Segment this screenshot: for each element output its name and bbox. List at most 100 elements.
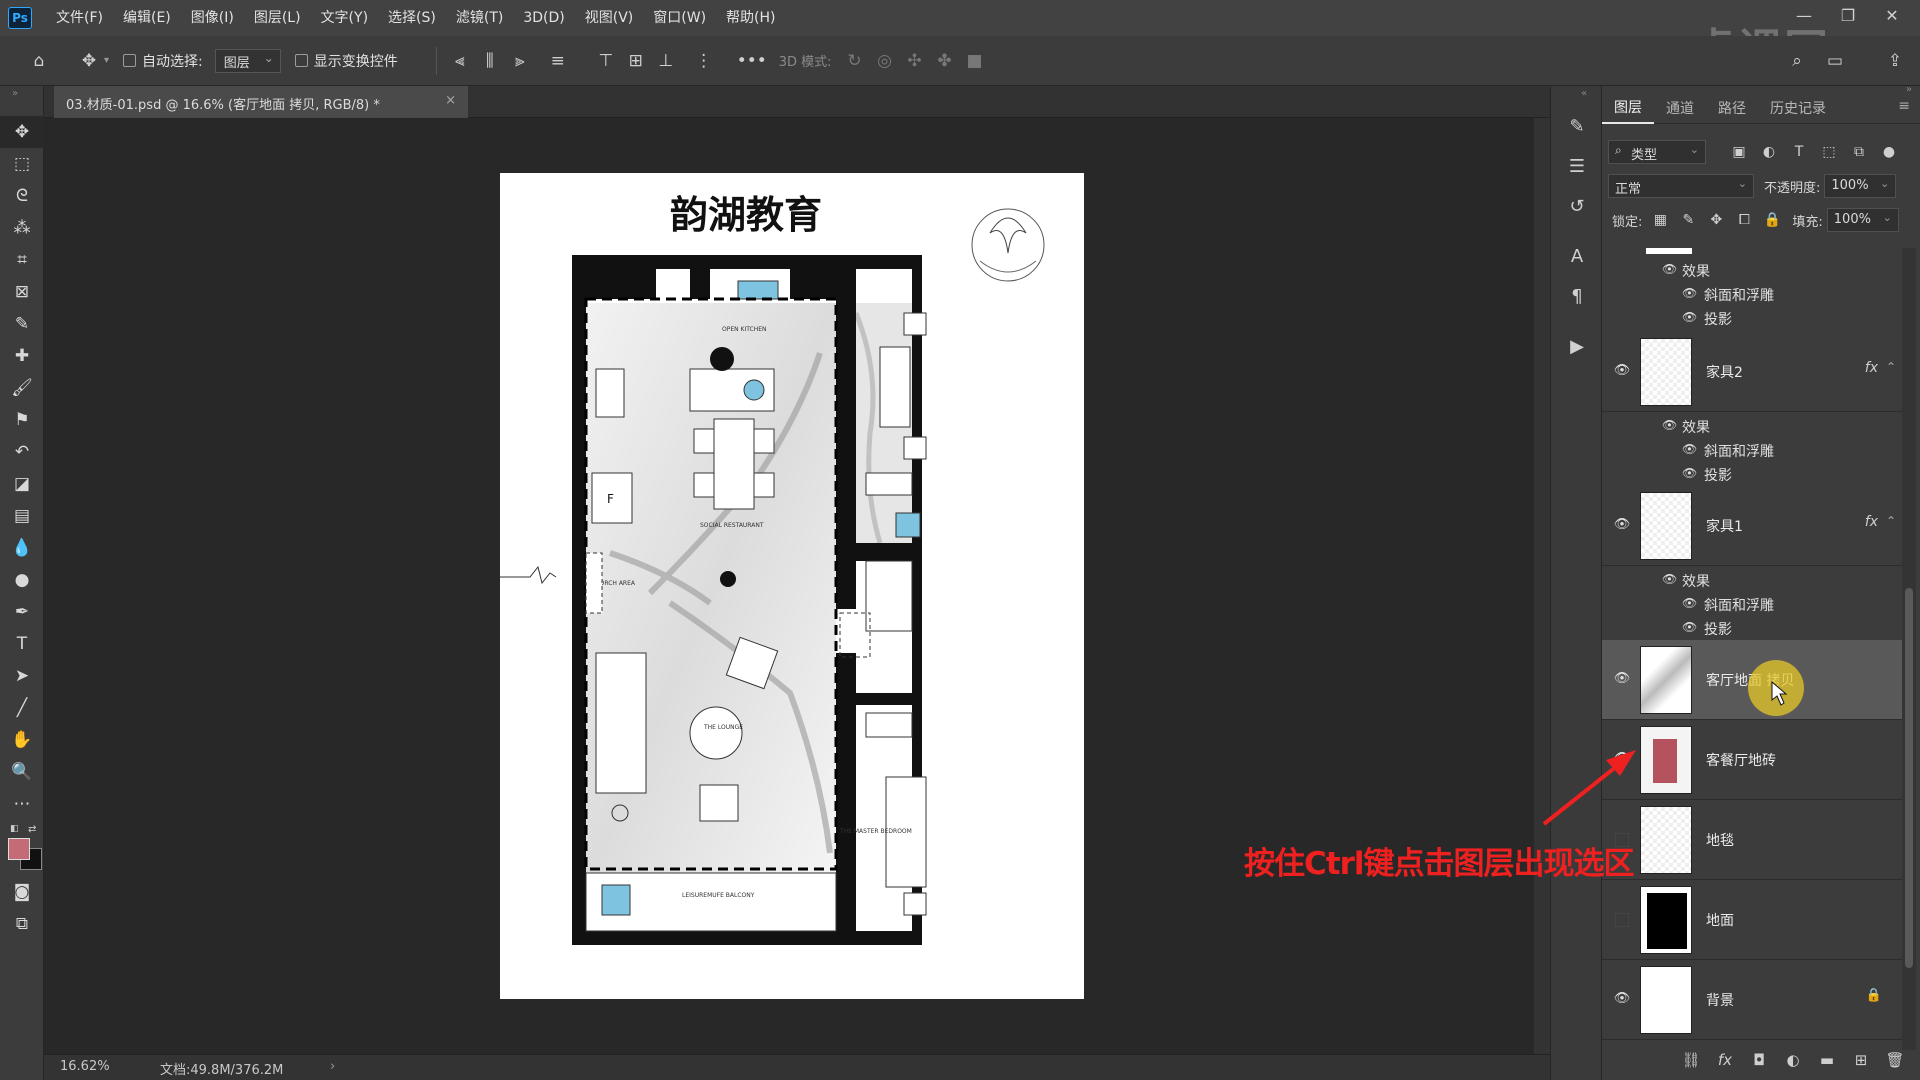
line-tool-icon[interactable]: ╱ — [0, 692, 44, 724]
lock-transparent-icon[interactable]: ▦ — [1646, 208, 1674, 232]
fx-icon[interactable]: fx — [1708, 1045, 1742, 1075]
lock-artboard-icon[interactable]: ⧠ — [1730, 208, 1758, 232]
effect-bevel-row[interactable]: 👁 斜面和浮雕 — [1602, 592, 1902, 616]
paragraph-icon[interactable]: ¶ — [1551, 276, 1603, 316]
align-middle-v-icon[interactable]: ⊞ — [621, 46, 651, 76]
canvas-scrollbar[interactable] — [1534, 118, 1550, 1054]
fx-icon[interactable]: fx — [1865, 514, 1878, 530]
zoom-level[interactable]: 16.62% — [60, 1059, 110, 1074]
adjustment-layer-icon[interactable]: ◐ — [1776, 1045, 1810, 1075]
menu-window[interactable]: 窗口(W) — [643, 0, 716, 36]
collapse-panels-icon[interactable]: « — [1551, 86, 1601, 106]
eye-icon[interactable]: 👁 — [1612, 514, 1632, 534]
history-brush-icon[interactable]: ↶ — [0, 436, 44, 468]
auto-select-checkbox[interactable] — [123, 54, 137, 67]
menu-type[interactable]: 文字(Y) — [311, 0, 378, 36]
layer-name[interactable]: 客餐厅地砖 — [1706, 750, 1776, 770]
align-bottom-icon[interactable]: ⊥ — [651, 46, 681, 76]
opacity-input[interactable]: 100% — [1824, 174, 1897, 198]
chevron-up-icon[interactable]: ⌃ — [1886, 360, 1896, 374]
menu-file[interactable]: 文件(F) — [46, 0, 113, 36]
link-icon[interactable]: ⛓ — [1674, 1045, 1708, 1075]
foreground-color-swatch[interactable] — [8, 838, 30, 860]
lock-pixels-icon[interactable]: ✎ — [1674, 208, 1702, 232]
marquee-tool-icon[interactable]: ⬚ — [0, 148, 44, 180]
swap-colors-icon[interactable]: ⇄ — [28, 824, 36, 835]
zoom-tool-icon[interactable]: 🔍 — [0, 756, 44, 788]
fx-icon[interactable]: fx — [1865, 360, 1878, 376]
close-tab-icon[interactable]: × — [445, 93, 456, 108]
filter-type-dropdown[interactable]: ⌕ 类型 — [1608, 140, 1706, 164]
layer-row[interactable]: 👁 家具2 fx ⌃ — [1602, 332, 1902, 412]
dodge-tool-icon[interactable]: ● — [0, 564, 44, 596]
move-tool-icon[interactable]: ✥ — [0, 116, 44, 148]
filter-smart-icon[interactable]: ⧉ — [1844, 140, 1874, 164]
new-group-icon[interactable]: ▬ — [1810, 1045, 1844, 1075]
effect-shadow-row[interactable]: 👁 投影 — [1602, 462, 1902, 486]
document-canvas[interactable]: 韵湖教育 OPEN KITCHEN SOCIAL RESTAURANT PORC… — [500, 173, 1084, 999]
screen-mode-icon[interactable]: ⧉ — [0, 908, 44, 940]
brush-tool-icon[interactable]: 🖌 — [0, 372, 44, 404]
chevron-down-icon[interactable]: ▾ — [104, 55, 109, 66]
filter-type-icon[interactable]: T — [1784, 140, 1814, 164]
gradient-tool-icon[interactable]: ▤ — [0, 500, 44, 532]
pen-tool-icon[interactable]: ✒ — [0, 596, 44, 628]
default-colors-icon[interactable]: ◧ — [10, 824, 19, 834]
actions-play-icon[interactable]: ▶ — [1551, 326, 1603, 366]
trash-icon[interactable]: 🗑 — [1878, 1045, 1912, 1075]
layers-scrollbar[interactable] — [1902, 248, 1916, 1050]
distribute-v-icon[interactable]: ⋮ — [689, 46, 719, 76]
eye-icon[interactable]: 👁 — [1682, 442, 1697, 456]
3d-slide-icon[interactable]: ✤ — [930, 46, 960, 76]
magic-wand-icon[interactable]: ⁂ — [0, 212, 44, 244]
maximize-icon[interactable]: ❐ — [1826, 0, 1870, 30]
align-left-icon[interactable]: ⫷ — [445, 46, 475, 76]
eye-icon[interactable]: 👁 — [1612, 748, 1632, 768]
adjustments-icon[interactable]: ☰ — [1551, 146, 1603, 186]
collapse-icon[interactable]: » — [0, 86, 43, 116]
brush-settings-icon[interactable]: ✎ — [1551, 106, 1603, 146]
effect-bevel-row[interactable]: 👁 斜面和浮雕 — [1602, 438, 1902, 462]
hand-tool-icon[interactable]: ✋ — [0, 724, 44, 756]
path-select-icon[interactable]: ➤ — [0, 660, 44, 692]
document-tab[interactable]: 03.材质-01.psd @ 16.6% (客厅地面 拷贝, RGB/8) * … — [54, 86, 468, 118]
effects-row[interactable]: 👁 效果 — [1602, 414, 1902, 438]
move-tool-icon[interactable]: ✥ — [74, 46, 104, 76]
lasso-tool-icon[interactable]: ᘓ — [0, 180, 44, 212]
quick-mask-icon[interactable]: ◙ — [0, 876, 44, 908]
tab-channels[interactable]: 通道 — [1654, 95, 1706, 123]
effects-row[interactable]: 👁 效果 — [1602, 568, 1902, 592]
layer-row[interactable]: 👁 家具1 fx ⌃ — [1602, 486, 1902, 566]
3d-camera-icon[interactable]: ■ — [960, 46, 990, 76]
eyedropper-icon[interactable]: ✎ — [0, 308, 44, 340]
layer-row[interactable]: 地毯 — [1602, 800, 1902, 880]
eye-icon[interactable]: 👁 — [1682, 286, 1697, 300]
panel-menu-icon[interactable]: ≡ — [1898, 98, 1910, 114]
eye-icon[interactable]: 👁 — [1612, 668, 1632, 688]
home-icon[interactable]: ⌂ — [24, 46, 54, 76]
menu-help[interactable]: 帮助(H) — [716, 0, 785, 36]
layer-name[interactable]: 背景 — [1706, 990, 1734, 1010]
close-icon[interactable]: ✕ — [1870, 0, 1914, 30]
workspace-icon[interactable]: ▭ — [1820, 46, 1850, 76]
eye-icon[interactable]: 👁 — [1682, 310, 1697, 324]
menu-edit[interactable]: 编辑(E) — [113, 0, 181, 36]
align-center-h-icon[interactable]: ⫼ — [475, 46, 505, 76]
filter-shape-icon[interactable]: ⬚ — [1814, 140, 1844, 164]
auto-select-dropdown[interactable]: 图层 — [214, 48, 281, 73]
show-transform-checkbox[interactable] — [294, 54, 308, 67]
menu-filter[interactable]: 滤镜(T) — [446, 0, 513, 36]
menu-3d[interactable]: 3D(D) — [513, 0, 574, 36]
new-layer-icon[interactable]: ⊞ — [1844, 1045, 1878, 1075]
eye-icon[interactable]: 👁 — [1612, 988, 1632, 1008]
menu-layer[interactable]: 图层(L) — [244, 0, 311, 36]
blur-tool-icon[interactable]: 💧 — [0, 532, 44, 564]
add-mask-icon[interactable]: ◘ — [1742, 1045, 1776, 1075]
eraser-tool-icon[interactable]: ◪ — [0, 468, 44, 500]
frame-tool-icon[interactable]: ⊠ — [0, 276, 44, 308]
tab-history[interactable]: 历史记录 — [1758, 95, 1838, 123]
menu-image[interactable]: 图像(I) — [181, 0, 244, 36]
visibility-toggle[interactable] — [1615, 913, 1629, 927]
layer-row[interactable]: 👁 背景 🔒 — [1602, 960, 1902, 1040]
filter-toggle-icon[interactable]: ● — [1874, 140, 1904, 164]
